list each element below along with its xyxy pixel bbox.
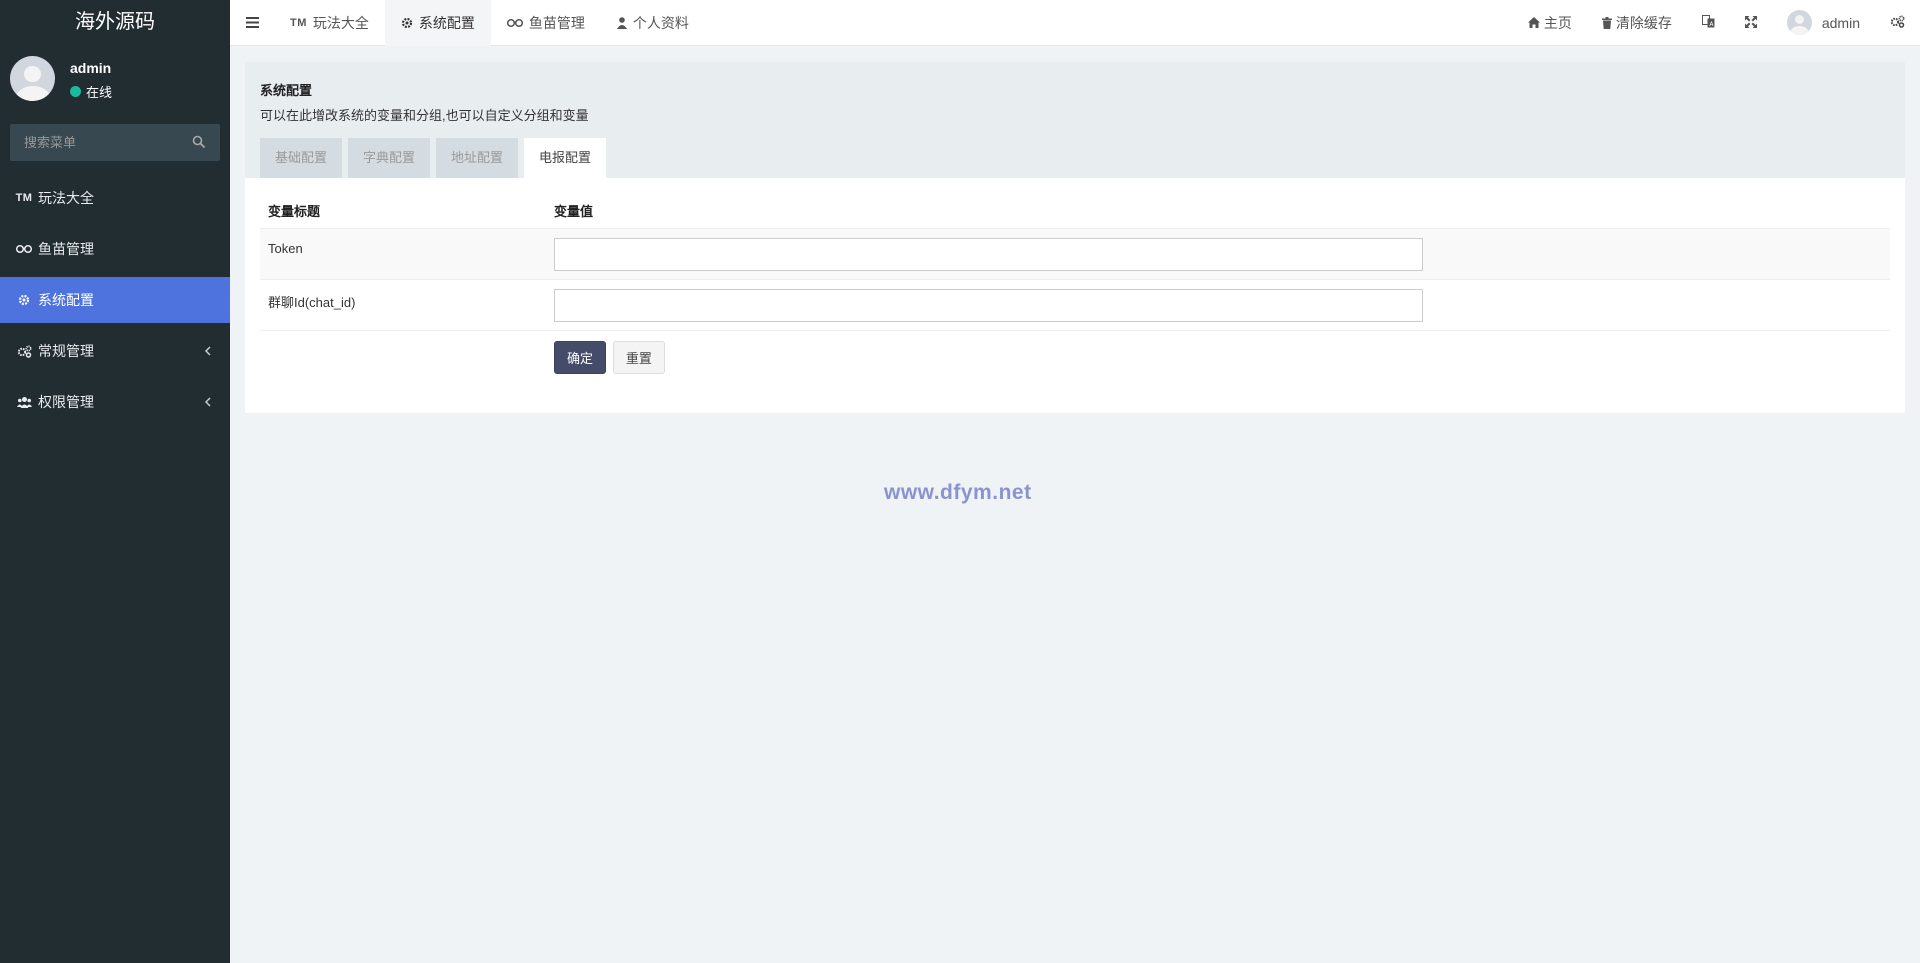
config-form: 变量标题 变量值 Token 群聊Id(chat_id) 确定 重置 bbox=[245, 178, 1905, 383]
sidebar-item-general[interactable]: 常规管理 bbox=[0, 328, 230, 374]
tab-label: 玩法大全 bbox=[312, 14, 369, 31]
language-button[interactable]: A bbox=[1687, 0, 1730, 46]
table-row: 群聊Id(chat_id) bbox=[260, 280, 1890, 331]
clear-cache-button[interactable]: 清除缓存 bbox=[1587, 0, 1687, 46]
config-tabs: 基础配置 字典配置 地址配置 电报配置 bbox=[260, 138, 612, 178]
trash-icon bbox=[1601, 16, 1612, 29]
menu-search-input[interactable] bbox=[10, 124, 220, 161]
token-input[interactable] bbox=[554, 238, 1423, 271]
binoculars-icon bbox=[16, 242, 32, 256]
tab-gameplay[interactable]: TM 玩法大全 bbox=[274, 0, 385, 46]
sidebar-item-label: 常规管理 bbox=[38, 343, 94, 359]
tm-icon: TM bbox=[290, 16, 307, 29]
form-actions: 确定 重置 bbox=[260, 331, 1890, 383]
tab-label: 系统配置 bbox=[418, 14, 475, 31]
expand-icon bbox=[1744, 15, 1757, 31]
tab-label: 鱼苗管理 bbox=[528, 14, 585, 31]
sidebar-item-gameplay[interactable]: TM 玩法大全 bbox=[0, 175, 230, 221]
binoculars-icon bbox=[506, 18, 523, 28]
reset-button[interactable]: 重置 bbox=[612, 340, 665, 374]
home-icon bbox=[1527, 17, 1540, 28]
sidebar-item-label: 系统配置 bbox=[38, 292, 94, 308]
home-label: 主页 bbox=[1543, 14, 1572, 31]
cogs-icon bbox=[16, 344, 32, 358]
navbar-right: 主页 清除缓存 A admin bbox=[1513, 0, 1920, 46]
sidebar-item-permissions[interactable]: 权限管理 bbox=[0, 379, 230, 425]
field-label-chat-id: 群聊Id(chat_id) bbox=[268, 295, 356, 310]
tab-profile[interactable]: 个人资料 bbox=[601, 0, 705, 46]
hamburger-icon bbox=[245, 17, 259, 28]
gear-icon bbox=[16, 293, 32, 307]
sidebar-item-system-config[interactable]: 系统配置 bbox=[0, 277, 230, 323]
watermark-text: www.dfym.net bbox=[884, 481, 1032, 504]
column-header-title: 变量标题 bbox=[268, 204, 321, 219]
status-text: 在线 bbox=[86, 85, 113, 100]
chevron-left-icon[interactable] bbox=[204, 346, 212, 356]
config-panel: 系统配置 可以在此增改系统的变量和分组,也可以自定义分组和变量 基础配置 字典配… bbox=[245, 62, 1905, 413]
sidebar-item-fish[interactable]: 鱼苗管理 bbox=[0, 226, 230, 272]
home-link[interactable]: 主页 bbox=[1513, 0, 1587, 46]
control-sidebar-button[interactable] bbox=[1875, 0, 1920, 46]
tab-label: 个人资料 bbox=[632, 14, 689, 31]
user-name: admin bbox=[70, 60, 112, 76]
user-status: 在线 bbox=[70, 82, 112, 101]
search-icon[interactable] bbox=[192, 135, 206, 149]
user-menu[interactable]: admin bbox=[1772, 0, 1875, 46]
tm-icon: TM bbox=[15, 192, 33, 204]
table-row: Token bbox=[260, 229, 1890, 280]
sidebar-toggle-button[interactable] bbox=[230, 0, 274, 46]
clear-cache-label: 清除缓存 bbox=[1615, 14, 1672, 31]
menu-search bbox=[10, 124, 220, 161]
sidebar: 海外源码 admin 在线 TM 玩法大全 鱼苗管理 系统配置 常规管理 bbox=[0, 0, 230, 963]
sidebar-item-label: 权限管理 bbox=[38, 394, 94, 410]
submit-button[interactable]: 确定 bbox=[554, 340, 607, 374]
panel-title: 系统配置 bbox=[260, 83, 313, 98]
column-header-value: 变量值 bbox=[554, 204, 594, 219]
tab-fish[interactable]: 鱼苗管理 bbox=[491, 0, 601, 46]
cogs-icon bbox=[1890, 14, 1905, 31]
translate-icon: A bbox=[1701, 14, 1715, 31]
tab-basic-config[interactable]: 基础配置 bbox=[260, 138, 343, 178]
online-dot-icon bbox=[70, 86, 81, 97]
sidebar-menu: TM 玩法大全 鱼苗管理 系统配置 常规管理 权限管理 bbox=[0, 175, 230, 425]
field-label-token: Token bbox=[268, 241, 303, 256]
user-avatar-small bbox=[1786, 10, 1812, 35]
user-menu-name: admin bbox=[1821, 14, 1860, 31]
app-logo[interactable]: 海外源码 bbox=[0, 0, 230, 44]
user-panel: admin 在线 bbox=[0, 44, 230, 114]
user-icon bbox=[616, 16, 627, 29]
panel-description: 可以在此增改系统的变量和分组,也可以自定义分组和变量 bbox=[260, 108, 589, 123]
chat-id-input[interactable] bbox=[554, 289, 1423, 322]
fullscreen-button[interactable] bbox=[1730, 0, 1772, 46]
tab-telegram-config[interactable]: 电报配置 bbox=[524, 138, 607, 178]
tab-address-config[interactable]: 地址配置 bbox=[436, 138, 519, 178]
gear-icon bbox=[401, 17, 413, 29]
panel-heading: 系统配置 可以在此增改系统的变量和分组,也可以自定义分组和变量 基础配置 字典配… bbox=[245, 62, 1905, 178]
user-avatar bbox=[10, 56, 55, 101]
sidebar-item-label: 鱼苗管理 bbox=[38, 241, 94, 257]
top-navbar: TM 玩法大全 系统配置 鱼苗管理 个人资料 主页 清除缓存 A admin bbox=[230, 0, 1920, 46]
table-header: 变量标题 变量值 bbox=[260, 193, 1890, 229]
group-icon bbox=[16, 395, 32, 409]
chevron-left-icon[interactable] bbox=[204, 397, 212, 407]
tab-dictionary-config[interactable]: 字典配置 bbox=[348, 138, 431, 178]
sidebar-item-label: 玩法大全 bbox=[38, 190, 94, 206]
tab-system-config[interactable]: 系统配置 bbox=[384, 0, 491, 46]
